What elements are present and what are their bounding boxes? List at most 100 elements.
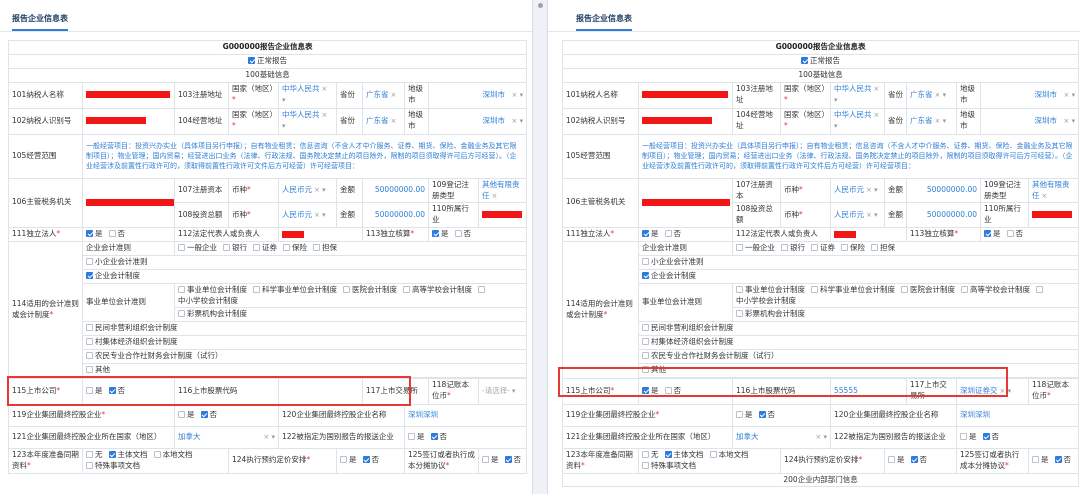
opt-coop-r[interactable]: 农民专业合作社财务会计制度（试行） (637, 349, 1080, 364)
radio-cbc-filer[interactable]: 是否 (403, 425, 528, 449)
select-province[interactable]: 广东省 × (362, 81, 405, 109)
redaction-bar (642, 91, 728, 99)
label-registered-address: 103注册地址 (174, 81, 229, 109)
opts-general[interactable]: 一般企业 银行 证券 保险 担保 (173, 241, 528, 256)
select-province-r[interactable]: 广东省 × ▾ (906, 81, 957, 109)
label-currency-118-r: 118记账本位币* (1027, 377, 1080, 405)
label-group-name: 120企业集团最终控股企业名称 (278, 403, 405, 427)
select-group-country[interactable]: 加拿大 × ▾ (174, 425, 279, 449)
label-group-country: 121企业集团最终控股企业所在国家（地区） (8, 425, 175, 449)
select-currency-2[interactable]: 人民币元 × ▾ (278, 202, 337, 229)
value-tax-authority-r (638, 177, 733, 229)
divider-grip-icon[interactable] (538, 3, 543, 8)
opts-public-2[interactable]: 彩票机构会计制度 (173, 307, 528, 323)
radio-independent-legal-r[interactable]: 是否 (638, 227, 733, 242)
form-title: G000000报告企业信息表 (7, 40, 528, 55)
radio-cbc-filer-r[interactable]: 是否 (955, 425, 1080, 449)
label-amount: 金额 (336, 177, 363, 204)
label-contemp-docs-r: 123本年度准备同期资料* (562, 447, 639, 474)
tab-report-enterprise-info-right[interactable]: 报告企业信息表 (576, 13, 632, 31)
left-pane: 报告企业信息表 G000000报告企业信息表 正常报告 100基础信息 101纳… (0, 0, 532, 494)
label-business-address-r: 104经营地址 (732, 107, 781, 135)
opt-coop[interactable]: 农民专业合作社财务会计制度（试行） (81, 349, 528, 364)
input-stock-code-r[interactable]: 55555 (830, 377, 907, 405)
label-country-2: 国家（地区）* (228, 107, 279, 135)
input-amount-108[interactable]: 50000000.00 (362, 202, 429, 229)
normal-report-checkbox-right[interactable] (801, 56, 809, 64)
opt-npo[interactable]: 民间非营利组织会计制度 (81, 321, 528, 337)
opt-enterprise-sys[interactable]: 企业会计制度 (81, 268, 528, 284)
select-reg-type-r[interactable]: 其他有限责任 × (1027, 177, 1080, 204)
value-group-name-r[interactable]: 深圳深圳 (955, 403, 1080, 427)
select-currency[interactable]: 人民币元 × ▾ (278, 177, 337, 204)
radio-cost-sharing[interactable]: 是否 (477, 447, 528, 474)
redaction-bar (642, 198, 730, 206)
redaction-bar (642, 117, 712, 125)
business-scope-text-r[interactable]: 一般经营项目：投资兴办实业（具体项目另行申报）；自有物业租赁；信息咨询（不含人才… (637, 133, 1080, 179)
select-country-r[interactable]: 中华人民共 × ▾ (830, 81, 885, 109)
opts-contemp-docs[interactable]: 无主体文档 本地文档 特殊事项文档 (82, 447, 229, 474)
label-currency-2r: 币种* (780, 202, 831, 229)
radio-listed-r[interactable]: 是否 (638, 377, 733, 405)
opts-contemp-docs-r[interactable]: 无主体文档 本地文档 特殊事项文档 (638, 447, 781, 474)
select-country-2[interactable]: 中华人民共 × ▾ (278, 107, 337, 135)
radio-listed[interactable]: 是否 (82, 377, 175, 405)
label-group-name-r: 120企业集团最终控股企业名称 (830, 403, 957, 427)
select-city-2r[interactable]: 深圳市 × ▾ (979, 107, 1080, 135)
normal-report-checkbox[interactable] (248, 56, 256, 64)
select-city-r[interactable]: 深圳市 × ▾ (979, 81, 1080, 109)
select-reg-type[interactable]: 其他有限责任 × (477, 177, 528, 204)
input-stock-code[interactable] (278, 377, 363, 405)
opt-village-r[interactable]: 村集体经济组织会计制度 (637, 335, 1080, 350)
opt-village[interactable]: 村集体经济组织会计制度 (81, 335, 528, 350)
radio-cost-sharing-r[interactable]: 是否 (1027, 447, 1080, 474)
input-amount-108-r[interactable]: 50000000.00 (906, 202, 981, 229)
opt-small-std[interactable]: 小企业会计准则 (81, 254, 528, 270)
input-amount-107-r[interactable]: 50000000.00 (906, 177, 981, 204)
radio-group-controller[interactable]: 是否 (174, 403, 279, 427)
select-industry-r[interactable] (1027, 202, 1080, 229)
select-group-country-r[interactable]: 加拿大 × ▾ (732, 425, 831, 449)
opts-public-2-r[interactable]: 彩票机构会计制度 (731, 307, 1080, 323)
label-contemp-docs: 123本年度准备同期资料* (8, 447, 83, 474)
radio-apa[interactable]: 是否 (336, 447, 405, 474)
opts-general-r[interactable]: 一般企业 银行 证券 保险 担保 (731, 241, 1080, 256)
select-province-2[interactable]: 广东省 × (362, 107, 405, 135)
label-registered-capital-r: 107注册资本 (732, 177, 781, 204)
value-taxpayer-name-r (638, 81, 733, 109)
radio-independent-legal[interactable]: 是否 (82, 227, 175, 242)
radio-group-controller-r[interactable]: 是否 (732, 403, 831, 427)
radio-independent-accounting[interactable]: 是否 (427, 227, 528, 242)
select-exchange-r[interactable]: 深圳证券交 × ▾ (956, 377, 1029, 405)
business-scope-text[interactable]: 一般经营项目：投资兴办实业（具体项目另行申报）；自有物业租赁；信息咨询（不含人才… (81, 133, 528, 179)
split-divider[interactable] (532, 0, 548, 494)
select-currency-r[interactable]: 人民币元 × ▾ (830, 177, 885, 204)
value-group-name[interactable]: 深圳深圳 (403, 403, 528, 427)
select-currency-118[interactable]: -请选择- ▾ (477, 377, 528, 405)
normal-report-row: 正常报告 (7, 53, 528, 69)
opt-other[interactable]: 其他 (81, 362, 528, 378)
tab-report-enterprise-info[interactable]: 报告企业信息表 (12, 13, 68, 31)
select-city-2[interactable]: 深圳市 × ▾ (427, 107, 528, 135)
value-taxpayer-id-r (638, 107, 733, 135)
input-amount-107[interactable]: 50000000.00 (362, 177, 429, 204)
label-business-scope: 105经营范围 (8, 133, 83, 179)
select-currency-2r[interactable]: 人民币元 × ▾ (830, 202, 885, 229)
normal-report-row-right: 正常报告 (561, 53, 1080, 69)
select-province-2r[interactable]: 广东省 × ▾ (906, 107, 957, 135)
label-cbc-filer: 122被指定为国别报告的报送企业 (278, 425, 405, 449)
select-city[interactable]: 深圳市 × ▾ (427, 81, 528, 109)
opt-enterprise-sys-r[interactable]: 企业会计制度 (637, 268, 1080, 284)
radio-apa-r[interactable]: 是否 (884, 447, 957, 474)
label-amount-2r: 金额 (884, 202, 907, 229)
opts-public-1-r[interactable]: 事业单位会计制度 科学事业单位会计制度 医院会计制度 高等学校会计制度中小学校会计制度 (731, 282, 1080, 309)
label-public-inst: 事业单位会计准则 (82, 282, 175, 323)
select-country[interactable]: 中华人民共 × ▾ (278, 81, 337, 109)
opts-public-1[interactable]: 事业单位会计制度 科学事业单位会计制度 医院会计制度 高等学校会计制度中小学校会计制度 (173, 282, 528, 309)
select-industry[interactable] (477, 202, 528, 229)
select-country-2r[interactable]: 中华人民共 × ▾ (830, 107, 885, 135)
opt-small-std-r[interactable]: 小企业会计准则 (637, 254, 1080, 270)
opt-npo-r[interactable]: 民间非营利组织会计制度 (637, 321, 1080, 337)
opt-other-r[interactable]: 其他 (637, 362, 1080, 378)
radio-independent-accounting-r[interactable]: 是否 (979, 227, 1080, 242)
